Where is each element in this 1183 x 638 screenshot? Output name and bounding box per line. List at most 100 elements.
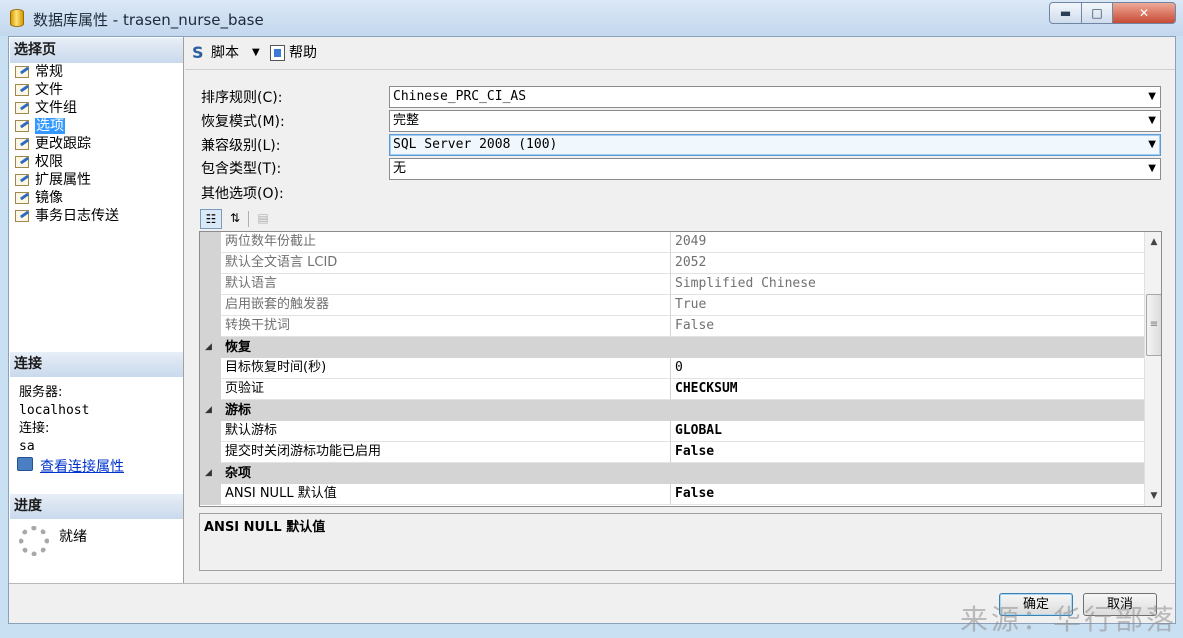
property-row[interactable]: 提交时关闭游标功能已启用 False bbox=[200, 442, 1144, 463]
property-grid: 两位数年份截止 2049 默认全文语言 LCID 2052 默认语言 Simplified… bbox=[199, 231, 1162, 507]
sidebar-item[interactable]: 镜像 bbox=[13, 189, 119, 207]
containment-type-label: 包含类型(T): bbox=[201, 161, 282, 177]
collapse-icon[interactable]: ◢ bbox=[205, 400, 212, 421]
property-row[interactable]: 默认游标 GLOBAL bbox=[200, 421, 1144, 442]
page-icon bbox=[15, 138, 29, 150]
compatibility-level-value: SQL Server 2008 (100) bbox=[393, 137, 558, 152]
vertical-scrollbar[interactable]: ▲ ≡ ▼ bbox=[1144, 232, 1161, 506]
property-grid-rows: 两位数年份截止 2049 默认全文语言 LCID 2052 默认语言 Simplified… bbox=[200, 232, 1144, 505]
sidebar-item-label: 镜像 bbox=[35, 190, 63, 206]
property-name: 目标恢复时间(秒) bbox=[221, 358, 671, 379]
bottom-divider bbox=[9, 583, 1175, 584]
sidebar-item-label: 常规 bbox=[35, 64, 63, 80]
sidebar-item[interactable]: 文件 bbox=[13, 81, 119, 99]
chevron-down-icon: ▼ bbox=[1148, 163, 1156, 174]
server-value: localhost bbox=[19, 403, 90, 418]
property-row[interactable]: 两位数年份截止 2049 bbox=[200, 232, 1144, 253]
sidebar-item[interactable]: 文件组 bbox=[13, 99, 119, 117]
property-value[interactable]: False bbox=[671, 442, 1144, 463]
row-margin bbox=[200, 442, 221, 463]
collapse-icon[interactable]: ◢ bbox=[205, 463, 212, 484]
sidebar-item[interactable]: 扩展属性 bbox=[13, 171, 119, 189]
property-value[interactable]: Simplified Chinese bbox=[671, 274, 1144, 295]
script-dropdown-arrow-icon[interactable]: ▼ bbox=[252, 42, 260, 64]
property-value[interactable]: 2049 bbox=[671, 232, 1144, 253]
close-button[interactable]: ✕ bbox=[1112, 2, 1176, 24]
page-icon bbox=[15, 174, 29, 186]
collapse-icon[interactable]: ◢ bbox=[205, 337, 212, 358]
script-icon: S bbox=[192, 43, 204, 62]
containment-type-select[interactable]: 无 ▼ bbox=[389, 158, 1161, 180]
window-title: 数据库属性 - trasen_nurse_base bbox=[33, 11, 264, 29]
compatibility-level-select[interactable]: SQL Server 2008 (100) ▼ bbox=[389, 134, 1161, 156]
spinner-icon bbox=[19, 526, 49, 556]
collation-label: 排序规则(C): bbox=[201, 90, 283, 106]
help-label: 帮助 bbox=[289, 45, 317, 61]
property-name: 转换干扰词 bbox=[221, 316, 671, 337]
toolbar-divider bbox=[248, 211, 249, 227]
view-connection-properties-link[interactable]: 查看连接属性 bbox=[17, 456, 124, 476]
property-name: 默认全文语言 LCID bbox=[221, 253, 671, 274]
sidebar-item[interactable]: 更改跟踪 bbox=[13, 135, 119, 153]
property-name: 提交时关闭游标功能已启用 bbox=[221, 442, 671, 463]
toolbar-divider bbox=[185, 69, 1175, 70]
scroll-down-icon[interactable]: ▼ bbox=[1145, 487, 1161, 505]
property-name: 默认语言 bbox=[221, 274, 671, 295]
page-icon bbox=[15, 66, 29, 78]
property-row[interactable]: 目标恢复时间(秒) 0 bbox=[200, 358, 1144, 379]
chevron-down-icon: ▼ bbox=[1148, 139, 1156, 150]
category-row[interactable]: ◢ 杂项 bbox=[200, 463, 1144, 484]
minimize-button[interactable]: ▬ bbox=[1049, 2, 1082, 24]
sidebar-item[interactable]: 事务日志传送 bbox=[13, 207, 119, 225]
property-name: 启用嵌套的触发器 bbox=[221, 295, 671, 316]
recovery-model-value: 完整 bbox=[393, 113, 420, 128]
property-value[interactable]: GLOBAL bbox=[671, 421, 1144, 442]
page-list: 常规 文件 文件组 选项 更改跟踪 权限 扩展属性镜像 事务日志传送 bbox=[13, 63, 119, 225]
category-row[interactable]: ◢ 恢复 bbox=[200, 337, 1144, 358]
sidebar-item[interactable]: 选项 bbox=[13, 117, 119, 135]
watermark: 来源：华行部落 bbox=[960, 603, 1178, 636]
property-row[interactable]: 默认语言 Simplified Chinese bbox=[200, 274, 1144, 295]
property-row[interactable]: 启用嵌套的触发器 True bbox=[200, 295, 1144, 316]
maximize-button[interactable]: □ bbox=[1081, 2, 1113, 24]
property-row[interactable]: 转换干扰词 False bbox=[200, 316, 1144, 337]
sidebar-item[interactable]: 权限 bbox=[13, 153, 119, 171]
containment-type-value: 无 bbox=[393, 161, 407, 176]
property-value[interactable]: 2052 bbox=[671, 253, 1144, 274]
select-page-header: 选择页 bbox=[10, 38, 183, 63]
server-label: 服务器: bbox=[19, 385, 63, 400]
property-name: ANSI NULL 默认值 bbox=[221, 484, 671, 505]
page-icon bbox=[15, 102, 29, 114]
property-value[interactable]: False bbox=[671, 316, 1144, 337]
chevron-down-icon: ▼ bbox=[1148, 115, 1156, 126]
property-value[interactable]: CHECKSUM bbox=[671, 379, 1144, 400]
category-name: 游标 bbox=[225, 403, 252, 418]
property-value[interactable]: False bbox=[671, 484, 1144, 505]
collation-select[interactable]: Chinese_PRC_CI_AS ▼ bbox=[389, 86, 1161, 108]
view-connection-properties-label: 查看连接属性 bbox=[40, 459, 124, 475]
page-icon bbox=[15, 210, 29, 222]
left-panel: 选择页 常规 文件 文件组 选项 更改跟踪 权限 扩展属性 镜像 事务日志传送 连接 服务器: … bbox=[9, 37, 184, 583]
property-row[interactable]: 默认全文语言 LCID 2052 bbox=[200, 253, 1144, 274]
connection-value: sa bbox=[19, 439, 35, 454]
categorized-icon[interactable]: ☷ bbox=[200, 209, 222, 229]
property-value[interactable]: 0 bbox=[671, 358, 1144, 379]
property-value[interactable]: True bbox=[671, 295, 1144, 316]
scrollbar-thumb[interactable]: ≡ bbox=[1146, 294, 1161, 356]
progress-status: 就绪 bbox=[59, 529, 87, 545]
property-row[interactable]: ANSI NULL 默认值 False bbox=[200, 484, 1144, 505]
sidebar-item[interactable]: 常规 bbox=[13, 63, 119, 81]
category-row[interactable]: ◢ 游标 bbox=[200, 400, 1144, 421]
recovery-model-label: 恢复模式(M): bbox=[201, 114, 285, 130]
scroll-up-icon[interactable]: ▲ bbox=[1145, 233, 1161, 251]
connection-info: 服务器: localhost 连接: sa bbox=[19, 384, 89, 456]
chevron-down-icon: ▼ bbox=[1148, 91, 1156, 102]
alphabetical-sort-icon[interactable]: ⇅ bbox=[224, 209, 246, 229]
help-icon bbox=[270, 45, 285, 61]
description-panel: ANSI NULL 默认值 bbox=[199, 513, 1162, 571]
row-margin bbox=[200, 232, 221, 253]
property-row[interactable]: 页验证 CHECKSUM bbox=[200, 379, 1144, 400]
recovery-model-select[interactable]: 完整 ▼ bbox=[389, 110, 1161, 132]
sidebar-item-label: 扩展属性 bbox=[35, 172, 91, 188]
page-icon bbox=[15, 156, 29, 168]
